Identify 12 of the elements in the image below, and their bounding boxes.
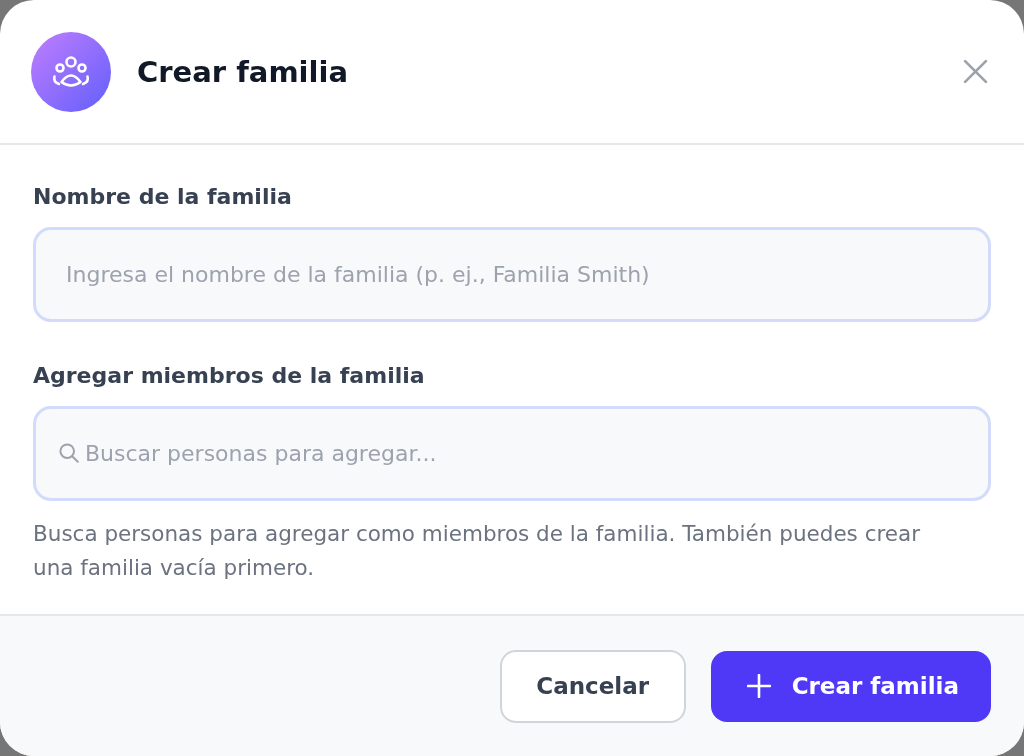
plus-icon — [746, 674, 771, 698]
search-icon — [59, 443, 79, 463]
field-label: Nombre de la familia — [33, 183, 293, 211]
family-icon — [31, 31, 111, 112]
search-field[interactable]: Buscar personas para agregar... — [33, 406, 991, 501]
create-button[interactable]: Crear familia — [710, 650, 991, 722]
dialog-title: Crear familia — [137, 53, 349, 91]
cancel-button[interactable]: Cancelar — [499, 649, 686, 723]
name-input[interactable]: Ingresa el nombre de la familia (p. ej., Familia Smith) — [33, 227, 991, 322]
field-label: Agregar miembros de la familia — [33, 362, 426, 390]
help-text: Busca personas para agregar como miembros de la familia. También puedes crear una familia vacía primero. — [33, 520, 922, 582]
close-icon — [963, 59, 988, 84]
